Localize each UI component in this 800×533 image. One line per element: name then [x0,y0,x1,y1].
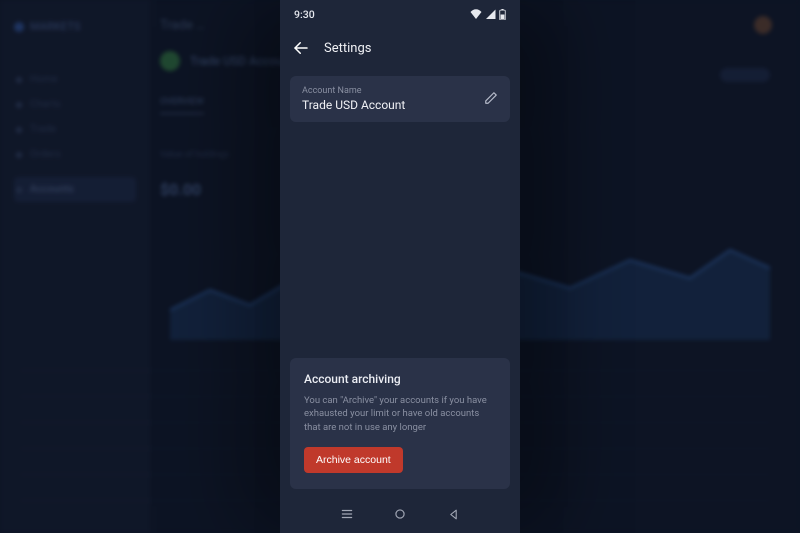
account-name-label: Account Name [302,86,405,96]
bg-sidebar-item: Orders [14,142,136,167]
account-name-value: Trade USD Account [302,98,405,112]
content-area: Account Name Trade USD Account Account a… [280,68,520,499]
archive-title: Account archiving [304,372,496,386]
signal-icon [485,9,496,19]
bg-sidebar-item: Charts [14,92,136,117]
bg-sidebar-item: Home [14,67,136,92]
bg-pill [720,68,770,82]
menu-icon [340,507,354,521]
android-nav-bar [280,499,520,533]
app-bar: Settings [280,28,520,68]
back-button[interactable] [292,39,310,57]
bg-logo: MARKETS [14,20,136,33]
nav-home-button[interactable] [393,507,407,521]
account-name-field[interactable]: Account Name Trade USD Account [290,76,510,122]
battery-icon [499,9,506,20]
archive-account-button[interactable]: Archive account [304,447,403,473]
archive-description: You can "Archive" your accounts if you h… [304,394,496,435]
triangle-left-icon [447,508,460,521]
spacer [290,132,510,348]
status-icons [470,9,506,20]
page-title: Settings [324,41,371,56]
nav-back-button[interactable] [447,508,460,521]
status-time: 9:30 [294,8,315,21]
status-bar: 9:30 [280,0,520,28]
bg-user-avatar [754,16,772,34]
nav-recent-button[interactable] [340,507,354,521]
phone-frame: 9:30 Settings Account Name Trade USD Acc… [280,0,520,533]
wifi-icon [470,9,482,19]
circle-icon [393,507,407,521]
edit-button[interactable] [484,90,498,109]
archive-card: Account archiving You can "Archive" your… [290,358,510,489]
bg-sidebar-item: Trade [14,117,136,142]
bg-account-name: Trade USD Account [190,54,293,68]
bg-tab: OVERVIEW [160,97,204,114]
bg-sidebar-item-active: Accounts [14,177,136,202]
arrow-left-icon [292,39,310,57]
bg-account-avatar [160,51,180,71]
bg-tab [232,97,234,114]
bg-app-name: MARKETS [30,20,80,33]
pencil-icon [484,91,498,105]
